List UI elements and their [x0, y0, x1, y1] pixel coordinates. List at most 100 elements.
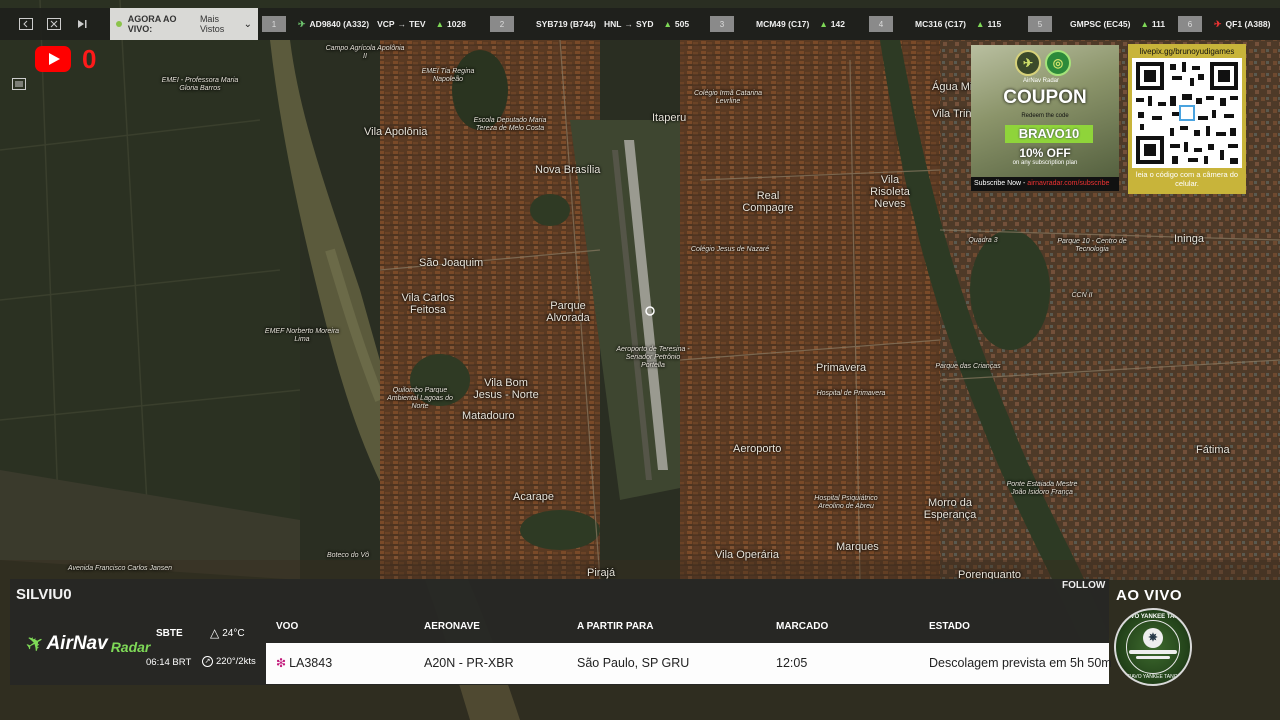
map-label-colegio-jesus: Colégio Jesus de Nazaré	[690, 246, 770, 253]
slot-from: VCP	[377, 19, 395, 29]
cell-partir: São Paulo, SP GRU	[577, 656, 690, 670]
slot-number: 3	[710, 16, 734, 32]
map-label-itaperu: Itaperu	[652, 112, 687, 124]
slot-flight: MCM49 (C17)	[756, 19, 810, 29]
qr-url: livepix.gg/brunoyudigames	[1139, 47, 1235, 56]
airport-code: SBTE	[156, 628, 183, 639]
altitude-icon: ▲	[435, 19, 445, 29]
map-label-sao-joaquim: São Joaquim	[419, 257, 484, 269]
header-aeronave: AERONAVE	[424, 621, 480, 632]
header-estado: ESTADO	[929, 621, 970, 632]
logo-radar: Radar	[110, 638, 151, 655]
close-window-icon[interactable]	[40, 8, 68, 40]
coupon-discount: 10% OFF	[1019, 146, 1071, 160]
header-voo: VOO	[276, 621, 299, 632]
live-value: Mais Vistos	[199, 14, 225, 34]
bravo-yankee-tango-badge: BRAVO YANKEE TANGO ✵ BRAVO YANKEE TANGO	[1114, 608, 1192, 686]
radar-logo-icon: ◎	[1045, 50, 1071, 76]
cell-voo: ❇ LA3843	[276, 656, 332, 670]
slot-number: 2	[490, 16, 514, 32]
logo-air: AirNav	[46, 633, 108, 654]
flight-row[interactable]: ❇ LA3843 A20N - PR-XBR São Paulo, SP GRU …	[266, 643, 1112, 684]
coupon-code: BRAVO10	[1005, 125, 1093, 143]
map-label-avenida: Avenida Francisco Carlos Jansen	[67, 565, 173, 572]
slot-alt: 142	[830, 19, 845, 29]
flight-slot-5[interactable]: 5 GMPSC (EC45) ▲ 111	[1028, 8, 1165, 40]
slot-number: 6	[1178, 16, 1202, 32]
skip-next-icon[interactable]	[68, 8, 96, 40]
airnav-radar-logo: ✈ AirNav Radar	[21, 628, 151, 659]
follow-button[interactable]: FOLLOW	[1062, 580, 1105, 591]
map-label-emei-tia-regina: EMEI Tia Regina Napoleão	[421, 68, 475, 83]
qr-caption: leia o código com a câmera do celular.	[1135, 170, 1239, 188]
map-label-primavera: Primavera	[816, 362, 867, 374]
slot-flight: SYB719 (B744)	[536, 19, 597, 29]
wind-value: 220°/2kts	[216, 656, 256, 667]
map-label-parque-criancas: Parque das Crianças	[935, 363, 1001, 370]
compass-icon: ↗	[202, 656, 213, 667]
map-label-hospital-primavera: Hospital de Primavera	[816, 390, 886, 397]
map-label-parque-alvorada: Parque Alvorada	[546, 300, 590, 324]
slot-alt: 115	[987, 19, 1002, 29]
coupon-footer-link[interactable]: airnavradar.com/subscribe	[1027, 180, 1109, 187]
cell-aeronave: A20N - PR-XBR	[424, 656, 514, 670]
slot-alt: 1028	[447, 19, 466, 29]
youtube-icon[interactable]	[35, 46, 71, 72]
slot-to: SYD	[636, 19, 654, 29]
map-label-quadra: Quadra 3	[968, 237, 998, 244]
map-label-acarape: Acarape	[513, 491, 554, 503]
map-label-ccn: CCN II	[1071, 292, 1093, 299]
flight-slot-1[interactable]: 1 ✈ AD9840 (A332) VCP → TEV ▲ 1028	[262, 8, 466, 40]
map-label-colegio: Colégio Irmã Catarina Levrline	[693, 90, 763, 105]
flight-slot-6[interactable]: 6 ✈ QF1 (A388)	[1178, 8, 1270, 40]
collapse-icon[interactable]	[12, 8, 40, 40]
cell-marcado: 12:05	[776, 656, 808, 670]
map-label-vila-risoleta: Vila Risoleta Neves	[870, 174, 910, 210]
slot-from: HNL	[604, 19, 622, 29]
header-marcado: MARCADO	[776, 621, 829, 632]
altitude-icon: ▲	[976, 19, 985, 29]
map-label-ininga: Ininga	[1174, 233, 1204, 245]
coupon-footer: Subscribe Now - airnavradar.com/subscrib…	[971, 177, 1119, 191]
plane-icon: ✈	[298, 18, 306, 29]
list-icon[interactable]	[12, 78, 30, 94]
slot-number: 5	[1028, 16, 1052, 32]
map-label-campo-agricola: Campo Agrícola Apolônia II	[325, 45, 405, 60]
altitude-icon: ▲	[1140, 19, 1149, 29]
map-label-matadouro: Matadouro	[462, 410, 515, 422]
map-label-ponte: Ponte Estaiada Mestre João Isidoro Franç…	[1006, 481, 1078, 496]
arrow-right-icon: →	[397, 19, 407, 29]
coupon-footer-left: Subscribe Now -	[974, 180, 1028, 187]
map-label-emei-professora: EMEI - Professora Maria Gloria Barros	[161, 77, 239, 92]
slot-flight: QF1 (A388)	[1225, 19, 1271, 29]
live-dot-icon	[116, 21, 122, 27]
map-label-vila-carlos-feitosa: Vila Carlos Feitosa	[401, 292, 455, 316]
map-label-boteco: Boteco do Vô	[326, 552, 370, 559]
map-label-piraja: Pirajá	[587, 567, 616, 579]
wind: ↗ 220°/2kts	[202, 656, 256, 667]
flight-slot-3[interactable]: 3 MCM49 (C17) ▲ 142	[710, 8, 845, 40]
flight-info-panel: SILVIU0 FOLLOW ✈ AirNav Radar SBTE 06:14…	[10, 579, 1112, 685]
slot-number: 4	[869, 16, 893, 32]
slot-flight: MC316 (C17)	[915, 19, 967, 29]
crest-icon: ✵	[1143, 628, 1163, 648]
map-label-fatima: Fátima	[1196, 444, 1230, 456]
livepix-qr-panel: livepix.gg/brunoyudigames leia o código …	[1128, 44, 1246, 194]
flight-slot-2[interactable]: 2 SYB719 (B744) HNL → SYD ▲ 505	[490, 8, 689, 40]
slot-alt: 111	[1151, 19, 1166, 29]
callsign: SILVIU0	[16, 586, 72, 603]
coupon-ad[interactable]: ✈ ◎ AirNav Radar COUPON Redeem the code …	[971, 45, 1119, 191]
qr-code-icon[interactable]	[1132, 58, 1242, 168]
cell-voo-value: LA3843	[289, 656, 333, 670]
map-label-marques: Marques	[836, 541, 879, 553]
youtube-viewer-count: 0	[82, 44, 97, 74]
flight-slot-4[interactable]: 4 MC316 (C17) ▲ 115	[869, 8, 1001, 40]
arrow-right-icon: →	[624, 19, 634, 29]
map-label-emef-norberto: EMEF Norberto Moreira Lima	[264, 328, 340, 343]
map-label-real-compagre: Real Compagre	[742, 190, 794, 214]
slot-alt: 505	[674, 19, 690, 29]
live-mode-select[interactable]: AGORA AO VIVO: Mais Vistos ⌄	[110, 8, 258, 40]
live-label: AGORA AO VIVO:	[127, 14, 177, 34]
plane-icon: ✈	[1214, 18, 1222, 29]
temperature-value: 24°C	[222, 627, 245, 639]
